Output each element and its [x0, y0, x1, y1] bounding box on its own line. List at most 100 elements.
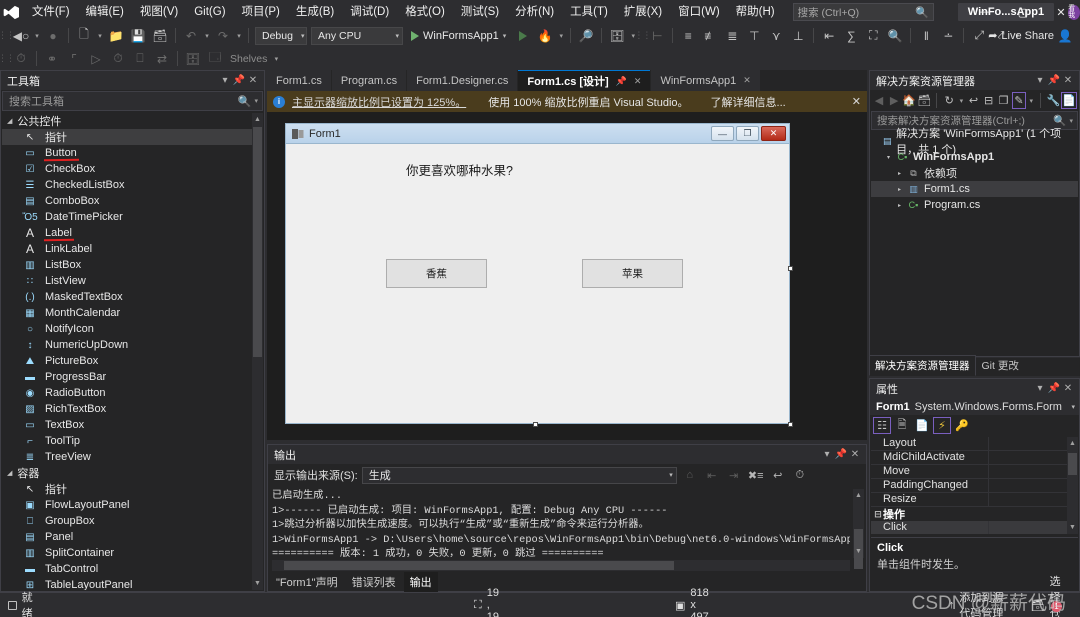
- notification-link[interactable]: 了解详细信息...: [711, 94, 786, 110]
- show-all-files-icon[interactable]: ↩: [967, 92, 981, 109]
- properties-scrollbar[interactable]: ▲ ▼: [1067, 437, 1078, 534]
- toolbox-item-tooltip[interactable]: ⌐ ToolTip: [2, 433, 263, 449]
- output-dock-tab-0[interactable]: "Form1"声明: [270, 572, 344, 592]
- property-value[interactable]: [989, 465, 1078, 478]
- output-horizontal-scrollbar[interactable]: [272, 560, 850, 571]
- tab-close-icon[interactable]: ✕: [743, 75, 751, 86]
- collapse-icon[interactable]: ⊟: [873, 509, 883, 520]
- start-debug-button[interactable]: WinFormsApp1 ▾: [405, 30, 512, 42]
- align-rights-icon[interactable]: ≣: [721, 26, 743, 46]
- scrollbar-thumb[interactable]: [253, 127, 262, 357]
- pin-icon[interactable]: 📌: [834, 449, 848, 460]
- align-bottoms-icon[interactable]: ⊥: [787, 26, 809, 46]
- scroll-up-icon[interactable]: ▲: [853, 489, 864, 502]
- winform-body[interactable]: 你更喜欢哪种水果? 香蕉 苹果: [286, 144, 789, 423]
- toolbox-item-textbox[interactable]: ▭ TextBox: [2, 417, 263, 433]
- toolbox-item-checkbox[interactable]: ☑ CheckBox: [2, 161, 263, 177]
- menu-item-11[interactable]: 扩展(X): [616, 0, 670, 24]
- pending-changes-icon[interactable]: ⏱: [107, 49, 129, 69]
- chevron-down-icon[interactable]: ▾: [1033, 75, 1047, 86]
- toolbox-item-groupbox[interactable]: ⎕ GroupBox: [2, 513, 263, 529]
- toolbox-scrollbar[interactable]: ▲ ▼: [252, 113, 263, 590]
- maximize-button[interactable]: ▢: [1004, 0, 1042, 24]
- toolbox-item-linklabel[interactable]: A LinkLabel: [2, 241, 263, 257]
- toolbar-grip[interactable]: ⋮⋮: [0, 51, 15, 67]
- expander-icon[interactable]: ▸: [893, 186, 906, 193]
- toolbox-item-checkedlistbox[interactable]: ☰ CheckedListBox: [2, 177, 263, 193]
- save-icon[interactable]: 💾: [127, 26, 149, 46]
- scroll-down-icon[interactable]: ▼: [853, 545, 864, 558]
- toolbox-item-listbox[interactable]: ▥ ListBox: [2, 257, 263, 273]
- workspace-icon[interactable]: ⎕: [129, 49, 151, 69]
- close-icon[interactable]: ✕: [1061, 383, 1075, 394]
- banana-button[interactable]: 香蕉: [386, 259, 487, 288]
- property-row-1[interactable]: MdiChildActivate: [871, 451, 1078, 465]
- feedback-icon[interactable]: 👤: [1054, 26, 1076, 46]
- start-without-debugging-icon[interactable]: [512, 26, 534, 46]
- properties-view-icon[interactable]: 📄: [913, 417, 931, 434]
- chevron-down-icon[interactable]: ▾: [1027, 97, 1035, 105]
- wrench-icon[interactable]: 🔧: [1046, 92, 1060, 109]
- new-project-icon[interactable]: 🗋: [73, 26, 95, 46]
- toolbox-item-flowlayoutpanel[interactable]: ▣ FlowLayoutPanel: [2, 497, 263, 513]
- collapse-all-icon[interactable]: ⊟: [982, 92, 996, 109]
- menu-item-10[interactable]: 工具(T): [562, 0, 616, 24]
- scroll-up-icon[interactable]: ▲: [252, 113, 263, 126]
- close-icon[interactable]: ✕: [246, 75, 260, 86]
- toolbox-group-1[interactable]: ◢ 容器: [2, 465, 263, 481]
- property-row-0[interactable]: Layout: [871, 437, 1078, 451]
- platform-combo[interactable]: Any CPU ▾: [311, 26, 403, 45]
- scroll-down-icon[interactable]: ▼: [1067, 521, 1078, 534]
- editor-tab-0[interactable]: Form1.cs: [267, 70, 331, 91]
- size-to-grid-icon[interactable]: ⛶: [862, 26, 884, 46]
- toolbox-item-numericupdown[interactable]: ↕ NumericUpDown: [2, 337, 263, 353]
- scrollbar-thumb[interactable]: [1068, 453, 1077, 475]
- apple-button[interactable]: 苹果: [582, 259, 683, 288]
- property-category-5[interactable]: ⊟ 操作: [871, 507, 1078, 522]
- vertical-spacing-icon[interactable]: ∸: [937, 26, 959, 46]
- properties-window-icon[interactable]: ❐: [997, 92, 1011, 109]
- live-share-button[interactable]: ➦ Live Share: [988, 29, 1054, 43]
- pin-icon[interactable]: 📌: [1047, 75, 1061, 86]
- toolbox-item-panel[interactable]: ▤ Panel: [2, 529, 263, 545]
- view-code-icon[interactable]: ✎: [1011, 92, 1027, 109]
- menu-item-1[interactable]: 编辑(E): [78, 0, 132, 24]
- editor-tab-1[interactable]: Program.cs: [331, 70, 407, 91]
- solution-tree-item-2[interactable]: ▸ ⧉ 依赖项: [871, 165, 1078, 181]
- branch-icon[interactable]: ⚭: [41, 49, 63, 69]
- design-surface[interactable]: Form1 — ❐ ✕ 你更喜欢哪种水果? 香蕉 苹果: [267, 112, 867, 440]
- output-dock-tab-1[interactable]: 错误列表: [346, 572, 402, 592]
- notification-close-icon[interactable]: ✕: [852, 95, 861, 108]
- toolbox-item-指针[interactable]: ↖ 指针: [2, 129, 263, 145]
- pending-changes-filter-icon[interactable]: 🗃: [917, 92, 931, 109]
- navigate-back-icon[interactable]: ◀○: [10, 26, 32, 46]
- chevron-down-icon[interactable]: ▾: [1033, 383, 1047, 394]
- property-value[interactable]: [989, 437, 1078, 450]
- menu-item-5[interactable]: 生成(B): [288, 0, 342, 24]
- bring-to-front-icon[interactable]: ⤢: [968, 26, 990, 46]
- solution-tree-item-3[interactable]: ▸ ▥ Form1.cs: [871, 181, 1078, 197]
- property-value[interactable]: [989, 479, 1078, 492]
- tag-icon[interactable]: ▷: [85, 49, 107, 69]
- property-row-4[interactable]: Resize: [871, 493, 1078, 507]
- menu-item-0[interactable]: 文件(F): [24, 0, 78, 24]
- pin-icon[interactable]: 📌: [1047, 383, 1061, 394]
- toolbox-item-treeview[interactable]: ≣ TreeView: [2, 449, 263, 465]
- shelveset-icon[interactable]: 🗄: [182, 49, 204, 69]
- go-to-previous-icon[interactable]: ⇤: [703, 466, 721, 484]
- quick-search-box[interactable]: 搜索 (Ctrl+Q) 🔍: [792, 3, 934, 21]
- toolbox-item-combobox[interactable]: ▤ ComboBox: [2, 193, 263, 209]
- select-element-icon[interactable]: 🔎: [575, 26, 597, 46]
- property-value[interactable]: [989, 451, 1078, 464]
- live-visual-tree-icon[interactable]: 🗄: [606, 26, 628, 46]
- menu-item-12[interactable]: 窗口(W): [670, 0, 728, 24]
- output-dock-tab-2[interactable]: 输出: [403, 572, 438, 592]
- toolbox-item-listview[interactable]: ∷ ListView: [2, 273, 263, 289]
- align-lefts-icon[interactable]: ≡: [677, 26, 699, 46]
- menu-item-13[interactable]: 帮助(H): [728, 0, 783, 24]
- editor-tab-3[interactable]: Form1.cs [设计] 📌 ✕: [518, 70, 651, 91]
- toolbar-overflow-icon[interactable]: ▾: [271, 55, 281, 63]
- toolbox-item-datetimepicker[interactable]: Ὄ5 DateTimePicker: [2, 209, 263, 225]
- toggle-word-wrap-icon[interactable]: ↩: [769, 466, 787, 484]
- unshelve-icon[interactable]: 🗔: [204, 49, 226, 69]
